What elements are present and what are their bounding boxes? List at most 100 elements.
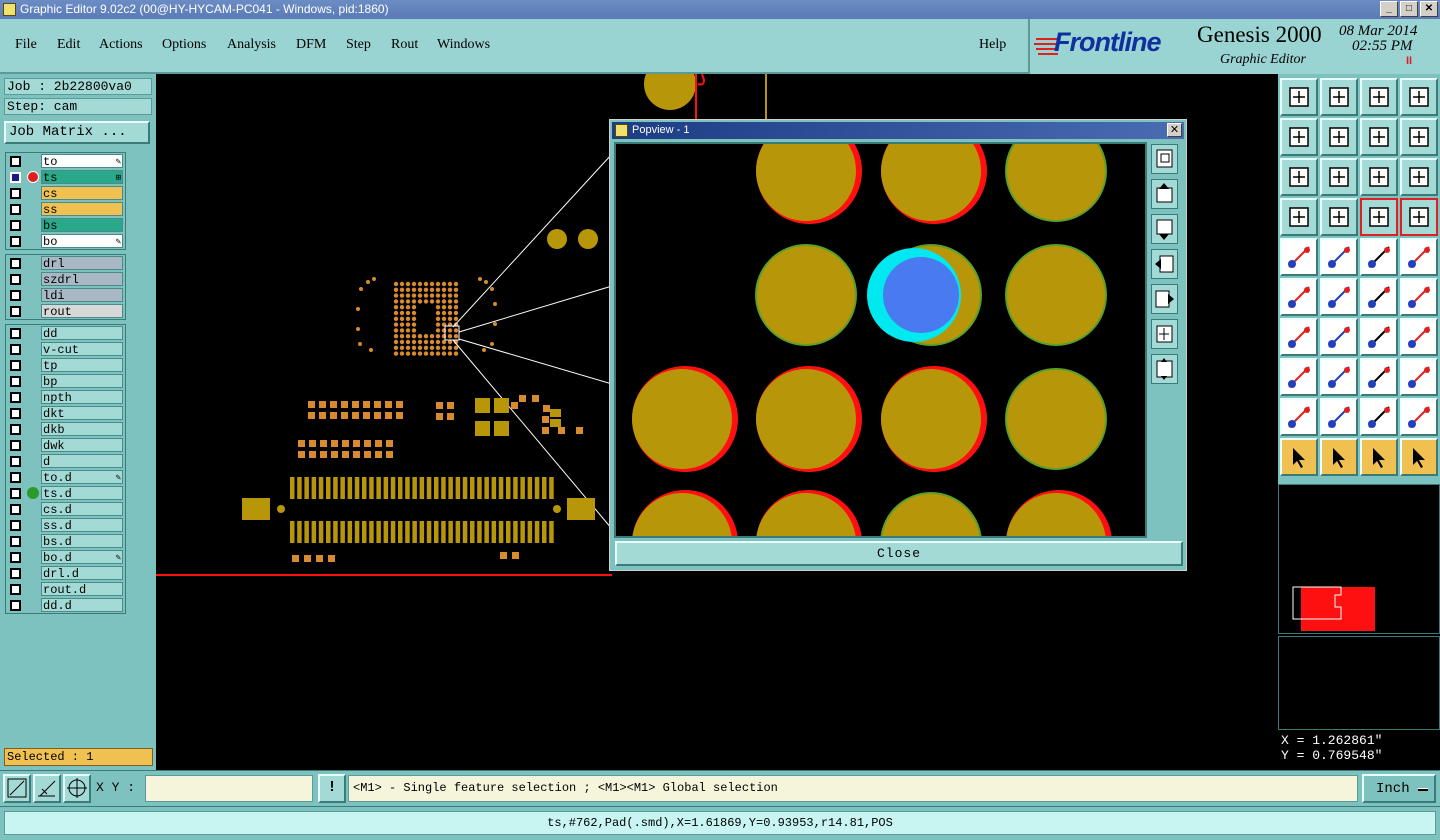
layer-checkbox[interactable] [10, 290, 21, 301]
minimize-button[interactable]: _ [1380, 1, 1398, 17]
units-selector[interactable]: Inch [1362, 774, 1436, 803]
swap-icon[interactable] [1360, 118, 1398, 156]
popview-close-x-button[interactable]: ✕ [1167, 123, 1182, 137]
overview-map[interactable] [1278, 484, 1440, 638]
home-icon[interactable] [1360, 78, 1398, 116]
layer-row-dwk[interactable]: dwk [6, 437, 125, 453]
layer-row-bs[interactable]: bs [6, 217, 125, 233]
layer-name[interactable]: ss.d [41, 518, 123, 533]
layer-checkbox[interactable] [10, 204, 21, 215]
angle-icon[interactable] [1280, 318, 1318, 356]
move-pad-2-icon[interactable] [1400, 278, 1438, 316]
layer-row-npth[interactable]: npth [6, 389, 125, 405]
popview-pan-up-icon[interactable] [1151, 179, 1178, 209]
board-red-2-icon[interactable] [1400, 198, 1438, 236]
layer-name[interactable]: dd [41, 326, 123, 341]
layer-name[interactable]: cs [41, 186, 123, 201]
layer-checkbox[interactable] [10, 156, 21, 167]
layer-checkbox[interactable] [10, 552, 21, 563]
layer-name[interactable]: dkt [41, 406, 123, 421]
layer-checkbox[interactable] [10, 504, 21, 515]
popview-close-button[interactable]: Close [615, 541, 1183, 566]
popview-pan-left-icon[interactable] [1151, 249, 1178, 279]
layer-checkbox[interactable] [10, 568, 21, 579]
close-window-button[interactable]: ✕ [1420, 1, 1438, 17]
pause-indicator[interactable]: II [1406, 55, 1412, 67]
layer-name[interactable]: v-cut [41, 342, 123, 357]
layer-checkbox[interactable] [10, 520, 21, 531]
layer-checkbox[interactable] [10, 488, 21, 499]
menu-file[interactable]: File [15, 37, 37, 53]
menu-rout[interactable]: Rout [391, 37, 418, 53]
grid-icon[interactable] [1320, 198, 1358, 236]
menu-step[interactable]: Step [346, 37, 371, 53]
layer-checkbox[interactable] [10, 584, 21, 595]
layer-checkbox[interactable] [10, 360, 21, 371]
move-pad-icon[interactable] [1360, 278, 1398, 316]
layer-checkbox[interactable] [10, 172, 21, 183]
layer-checkbox[interactable] [10, 440, 21, 451]
layer-row-ts.d[interactable]: ts.d [6, 485, 125, 501]
layer-row-drl[interactable]: drl [6, 255, 125, 271]
pointer-2-icon[interactable] [1360, 438, 1398, 476]
layer-name[interactable]: ldi [41, 288, 123, 303]
layer-name[interactable]: dd.d [41, 598, 123, 613]
snap-icon[interactable] [3, 774, 31, 803]
layer-checkbox[interactable] [10, 408, 21, 419]
layer-row-tp[interactable]: tp [6, 357, 125, 373]
layer-name[interactable]: bo ✎ [41, 234, 123, 249]
pad-mark-icon[interactable] [1280, 358, 1318, 396]
panel-icon[interactable] [1400, 78, 1438, 116]
layer-name[interactable]: bo.d ✎ [41, 550, 123, 565]
layer-row-rout[interactable]: rout [6, 303, 125, 319]
layer-name[interactable]: to.d ✎ [41, 470, 123, 485]
net-icon[interactable] [1280, 278, 1318, 316]
layer-name[interactable]: dkb [41, 422, 123, 437]
measure-box-icon[interactable] [1360, 358, 1398, 396]
layer-row-cs[interactable]: cs [6, 185, 125, 201]
alert-button[interactable]: ! [318, 774, 346, 803]
polygon-icon[interactable] [1320, 238, 1358, 276]
layer-checkbox[interactable] [10, 600, 21, 611]
layer-checkbox[interactable] [10, 376, 21, 387]
layer-name[interactable]: npth [41, 390, 123, 405]
layer-name[interactable]: tp [41, 358, 123, 373]
cross-icon[interactable] [1320, 278, 1358, 316]
layer-name[interactable]: drl.d [41, 566, 123, 581]
zoom-center-icon[interactable] [1320, 158, 1358, 196]
layer-name[interactable]: bp [41, 374, 123, 389]
pad-select-icon[interactable] [1280, 238, 1318, 276]
layer-row-v-cut[interactable]: v-cut [6, 341, 125, 357]
measure-icon[interactable] [33, 774, 61, 803]
layer-checkbox[interactable] [10, 472, 21, 483]
popview-zoom-window-icon[interactable] [1151, 144, 1178, 174]
layer-row-bo[interactable]: bo ✎ [6, 233, 125, 249]
menu-options[interactable]: Options [162, 37, 206, 53]
triangle-2-icon[interactable] [1320, 398, 1358, 436]
frame-down-icon[interactable] [1320, 78, 1358, 116]
layer-row-to[interactable]: to ✎ [6, 153, 125, 169]
menu-edit[interactable]: Edit [57, 37, 80, 53]
layer-row-dd.d[interactable]: dd.d [6, 597, 125, 613]
layer-checkbox[interactable] [10, 328, 21, 339]
clump-icon[interactable] [1400, 358, 1438, 396]
triangle-3-icon[interactable] [1360, 398, 1398, 436]
xy-input[interactable] [145, 775, 313, 802]
layer-checkbox[interactable] [10, 536, 21, 547]
layer-row-bs.d[interactable]: bs.d [6, 533, 125, 549]
menu-dfm[interactable]: DFM [296, 37, 326, 53]
popview-zoom-in-icon[interactable] [1151, 354, 1178, 384]
popview-zoom-out-icon[interactable] [1151, 319, 1178, 349]
layer-row-dkb[interactable]: dkb [6, 421, 125, 437]
zoom-fit-icon[interactable] [1280, 158, 1318, 196]
frame-left-icon[interactable] [1280, 118, 1318, 156]
layer-row-cs.d[interactable]: cs.d [6, 501, 125, 517]
layer-checkbox[interactable] [10, 424, 21, 435]
layer-name[interactable]: ts.d [41, 486, 123, 501]
pointer-icon[interactable] [1280, 438, 1318, 476]
frame-right-icon[interactable] [1320, 118, 1358, 156]
menu-help[interactable]: Help [979, 37, 1006, 53]
layer-row-to.d[interactable]: to.d ✎ [6, 469, 125, 485]
triangle-4-icon[interactable] [1400, 398, 1438, 436]
menu-analysis[interactable]: Analysis [227, 37, 276, 53]
